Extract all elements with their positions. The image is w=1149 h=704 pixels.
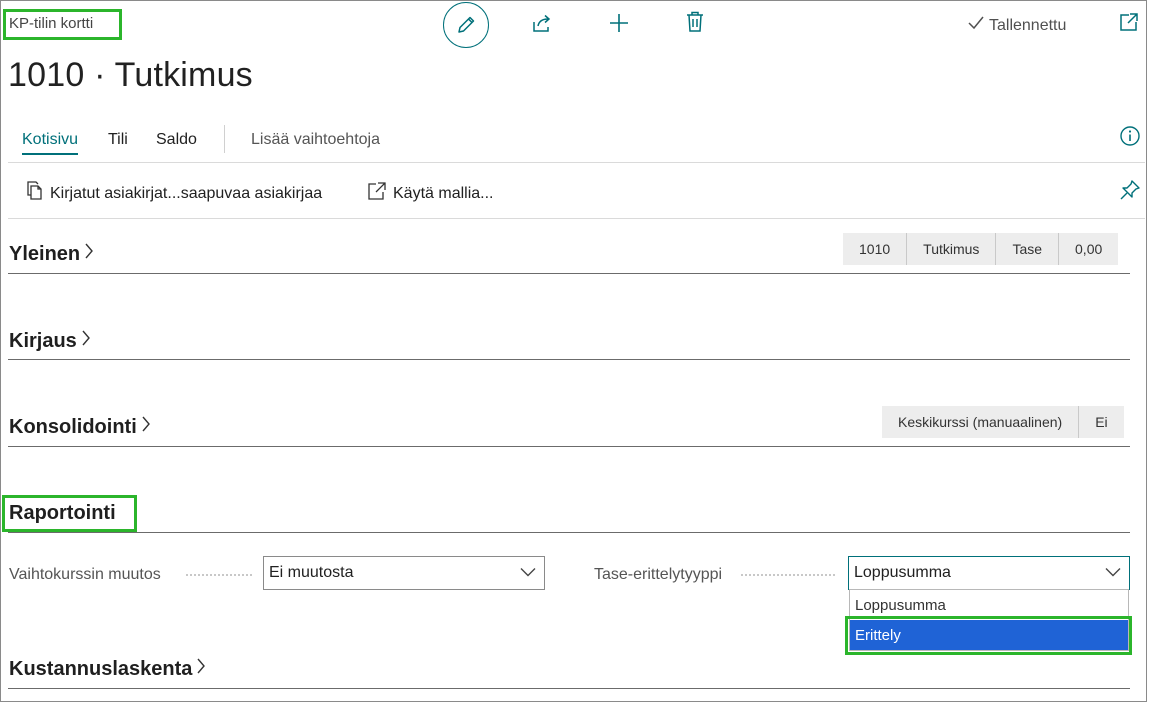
tab-separator	[224, 125, 225, 153]
section-yleinen-title: Yleinen	[9, 242, 81, 265]
page-title: 1010 · Tutkimus	[8, 56, 253, 94]
trash-icon	[684, 10, 706, 39]
field-dots	[186, 574, 252, 576]
checkmark-icon	[967, 15, 985, 36]
summary-account-no: 1010	[859, 241, 891, 257]
section-konsolidointi-divider	[8, 446, 1130, 447]
section-kirjaus-header[interactable]: Kirjaus	[9, 329, 91, 353]
summary-account-name: Tutkimus	[906, 233, 995, 265]
pin-icon	[1119, 179, 1141, 206]
actions-divider	[8, 218, 1145, 219]
section-yleinen-summary: 1010 Tutkimus Tase 0,00	[843, 233, 1119, 265]
new-button[interactable]	[605, 11, 633, 39]
edit-icon	[452, 11, 480, 39]
section-kustannuslaskenta-divider	[8, 688, 1130, 689]
tabs-divider	[8, 162, 1145, 163]
field-dots	[741, 574, 835, 576]
open-new-window-button[interactable]	[1115, 10, 1143, 38]
section-konsolidointi-summary: Keskikurssi (manuaalinen) Ei	[882, 406, 1124, 438]
use-template-action[interactable]: Käytä mallia...	[367, 181, 493, 206]
exchange-change-value: Ei muutosta	[269, 564, 354, 581]
info-button[interactable]	[1116, 124, 1144, 152]
posted-documents-label: Kirjatut asiakirjat...saapuvaa asiakirja…	[50, 184, 323, 202]
share-icon	[531, 12, 553, 39]
section-konsolidointi-title: Konsolidointi	[9, 415, 137, 438]
chevron-right-icon	[196, 657, 206, 681]
highlight-box-raportointi	[2, 495, 137, 532]
section-kustannuslaskenta-header[interactable]: Kustannuslaskenta	[9, 657, 206, 681]
summary-exchange-method: Keskikurssi (manuaalinen)	[898, 414, 1063, 430]
section-konsolidointi-header[interactable]: Konsolidointi	[9, 415, 151, 439]
document-icon	[26, 181, 44, 206]
delete-button[interactable]	[681, 10, 709, 38]
template-icon	[367, 181, 387, 206]
chevron-right-icon	[141, 415, 151, 439]
open-new-window-icon	[1118, 11, 1140, 38]
section-kustannuslaskenta-title: Kustannuslaskenta	[9, 657, 193, 680]
share-button[interactable]	[528, 11, 556, 39]
balance-type-value: Loppusumma	[854, 564, 951, 581]
highlight-box-erittely	[845, 616, 1132, 655]
section-kirjaus-title: Kirjaus	[9, 329, 77, 352]
edit-button[interactable]	[443, 2, 489, 48]
chevron-right-icon	[84, 242, 94, 266]
chevron-down-icon	[1105, 564, 1121, 582]
saved-status: Tallennettu	[967, 15, 1066, 36]
balance-type-select[interactable]: Loppusumma	[848, 556, 1130, 590]
summary-consolidate: Ei	[1078, 406, 1123, 438]
section-yleinen-divider	[8, 273, 1130, 274]
balance-type-label: Tase-erittelytyyppi	[594, 566, 723, 583]
tab-more-options[interactable]: Lisää vaihtoehtoja	[251, 131, 380, 149]
chevron-down-icon	[520, 564, 536, 582]
summary-balance: 0,00	[1058, 233, 1118, 265]
exchange-change-select[interactable]: Ei muutosta	[263, 556, 545, 590]
use-template-label: Käytä mallia...	[393, 184, 494, 202]
plus-icon	[608, 12, 630, 39]
highlight-box-page-type	[3, 9, 122, 40]
exchange-change-label: Vaihtokurssin muutos	[9, 566, 161, 583]
section-kirjaus-divider	[8, 359, 1130, 360]
section-raportointi-divider	[8, 532, 1130, 533]
posted-documents-action[interactable]: Kirjatut asiakirjat...saapuvaa asiakirja…	[26, 181, 322, 206]
tab-tili[interactable]: Tili	[108, 131, 128, 149]
saved-status-label: Tallennettu	[989, 16, 1067, 34]
section-yleinen-header[interactable]: Yleinen	[9, 242, 94, 266]
pin-button[interactable]	[1116, 178, 1144, 206]
tab-kotisivu[interactable]: Kotisivu	[22, 131, 79, 155]
info-icon	[1119, 125, 1141, 152]
summary-account-type: Tase	[995, 233, 1058, 265]
tab-saldo[interactable]: Saldo	[156, 131, 197, 149]
chevron-right-icon	[81, 329, 91, 353]
